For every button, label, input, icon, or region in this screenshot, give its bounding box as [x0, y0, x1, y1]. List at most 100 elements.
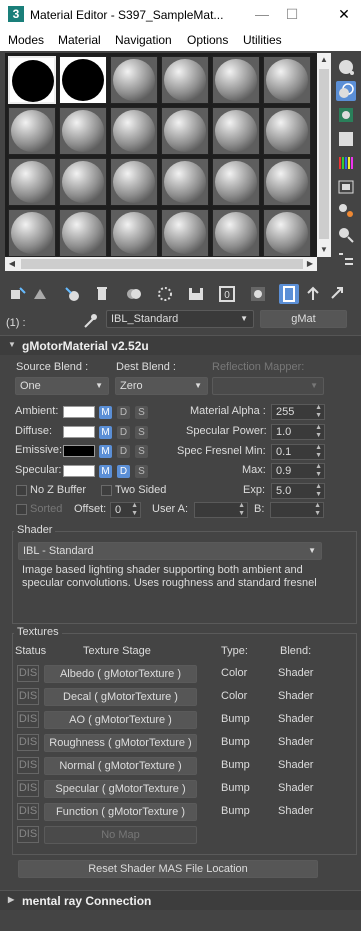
material-map-navigator-icon[interactable]	[336, 249, 356, 269]
sample-slot[interactable]	[161, 209, 209, 257]
sample-slot[interactable]	[8, 158, 56, 206]
material-id-channel-icon[interactable]: 0	[217, 284, 237, 304]
material-name-field[interactable]: IBL_Standard ▼	[106, 310, 254, 328]
sample-slot[interactable]	[110, 107, 158, 155]
source-blend-dropdown[interactable]: One ▼	[15, 377, 109, 395]
sample-slot[interactable]	[110, 209, 158, 257]
two-sided-checkbox[interactable]	[101, 485, 112, 496]
show-end-result-icon[interactable]	[279, 284, 299, 304]
gmotor-rollout-header[interactable]: ▼ gMotorMaterial v2.52u	[0, 335, 361, 355]
backlight-icon[interactable]	[336, 81, 356, 101]
texture-status-toggle[interactable]: DIS	[17, 803, 39, 820]
spinner-arrows-icon[interactable]: ▲ ▼	[314, 502, 321, 518]
sample-slot[interactable]	[8, 107, 56, 155]
texture-status-toggle[interactable]: DIS	[17, 826, 39, 843]
mds-toggle-button[interactable]: D	[117, 406, 130, 419]
spinner-arrows-icon[interactable]: ▲ ▼	[315, 483, 322, 499]
close-button[interactable]: ✕	[330, 4, 358, 24]
spinner-arrows-icon[interactable]: ▲ ▼	[238, 502, 245, 518]
spinner-arrows-icon[interactable]: ▲ ▼	[315, 463, 322, 479]
reflection-mapper-dropdown[interactable]: ▼	[212, 377, 324, 395]
sample-slot[interactable]	[59, 107, 107, 155]
mds-toggle-button[interactable]: S	[135, 425, 148, 439]
mds-toggle-button[interactable]: D	[117, 425, 130, 439]
sample-slot[interactable]	[263, 107, 311, 155]
texture-stage-button[interactable]: Decal ( gMotorTexture )	[44, 688, 197, 706]
sorted-checkbox[interactable]	[16, 504, 27, 515]
vertical-scrollbar[interactable]: ▲ ▼	[317, 53, 331, 257]
texture-stage-button[interactable]: Specular ( gMotorTexture )	[44, 780, 197, 798]
user-b-spinner[interactable]: ▲ ▼	[270, 502, 324, 518]
sample-slot[interactable]	[8, 209, 56, 257]
mds-toggle-button[interactable]: S	[135, 445, 148, 458]
no-z-buffer-checkbox[interactable]	[16, 485, 27, 496]
mds-toggle-button[interactable]: D	[117, 464, 130, 478]
make-copy-icon[interactable]	[124, 284, 144, 304]
scroll-down-icon[interactable]: ▼	[317, 243, 331, 257]
mds-toggle-button[interactable]: S	[135, 406, 148, 419]
go-forward-to-sibling-icon[interactable]	[328, 284, 348, 304]
spec-fresnel-min-spinner[interactable]: 0.1 ▲ ▼	[271, 444, 325, 460]
texture-status-toggle[interactable]: DIS	[17, 780, 39, 797]
horizontal-scrollbar[interactable]: ◀ ▶	[5, 257, 317, 271]
sample-slot[interactable]	[110, 56, 158, 104]
sample-slot[interactable]	[263, 158, 311, 206]
texture-stage-button[interactable]: Normal ( gMotorTexture )	[44, 757, 197, 775]
menu-navigation[interactable]: Navigation	[115, 33, 172, 47]
mds-toggle-button[interactable]: M	[99, 425, 112, 439]
scroll-right-icon[interactable]: ▶	[303, 257, 317, 271]
sample-slot[interactable]	[212, 209, 260, 257]
sample-uv-tiling-icon[interactable]	[336, 129, 356, 149]
sample-slot[interactable]	[263, 56, 311, 104]
eyedropper-icon[interactable]	[80, 311, 100, 331]
color-swatch[interactable]	[63, 425, 95, 438]
scroll-left-icon[interactable]: ◀	[5, 257, 19, 271]
mds-toggle-button[interactable]: M	[99, 445, 112, 458]
texture-stage-button[interactable]: Albedo ( gMotorTexture )	[44, 665, 197, 683]
sample-type-icon[interactable]	[336, 57, 356, 77]
reset-shader-mas-button[interactable]: Reset Shader MAS File Location	[18, 860, 318, 878]
get-material-icon[interactable]	[8, 284, 28, 304]
shader-dropdown[interactable]: IBL - Standard ▼	[18, 542, 322, 560]
color-swatch[interactable]	[63, 406, 95, 418]
select-by-material-icon[interactable]	[336, 225, 356, 245]
mds-toggle-button[interactable]: M	[99, 464, 112, 478]
offset-spinner[interactable]: 0 ▲ ▼	[110, 502, 141, 518]
color-swatch[interactable]	[63, 464, 95, 477]
maximize-button[interactable]: ☐	[278, 4, 306, 24]
scroll-thumb[interactable]	[319, 69, 329, 239]
sample-slot[interactable]	[161, 107, 209, 155]
sample-slot[interactable]	[212, 158, 260, 206]
color-swatch[interactable]	[63, 445, 95, 457]
reset-map-icon[interactable]	[92, 284, 112, 304]
texture-stage-button[interactable]: AO ( gMotorTexture )	[44, 711, 197, 729]
make-preview-icon[interactable]	[336, 177, 356, 197]
sample-slot[interactable]	[59, 56, 107, 104]
sample-slot[interactable]	[212, 56, 260, 104]
texture-status-toggle[interactable]: DIS	[17, 665, 39, 682]
mds-toggle-button[interactable]: D	[117, 445, 130, 458]
menu-modes[interactable]: Modes	[8, 33, 44, 47]
spinner-arrows-icon[interactable]: ▲ ▼	[315, 444, 322, 460]
mds-toggle-button[interactable]: S	[135, 464, 148, 478]
menu-options[interactable]: Options	[187, 33, 228, 47]
video-color-check-icon[interactable]	[336, 153, 356, 173]
sample-slot[interactable]	[59, 158, 107, 206]
go-to-parent-icon[interactable]	[303, 284, 323, 304]
options-icon[interactable]	[336, 201, 356, 221]
assign-to-selection-icon[interactable]	[62, 284, 82, 304]
sample-slot[interactable]	[161, 56, 209, 104]
texture-stage-button[interactable]: No Map	[44, 826, 197, 844]
texture-status-toggle[interactable]: DIS	[17, 734, 39, 751]
menu-utilities[interactable]: Utilities	[243, 33, 282, 47]
sample-slot[interactable]	[8, 56, 56, 104]
show-shaded-icon[interactable]	[248, 284, 268, 304]
specular-power-spinner[interactable]: 1.0 ▲ ▼	[271, 424, 325, 440]
minimize-button[interactable]: —	[248, 4, 276, 24]
menu-material[interactable]: Material	[58, 33, 101, 47]
material-alpha-spinner[interactable]: 255 ▲ ▼	[271, 404, 325, 420]
texture-stage-button[interactable]: Function ( gMotorTexture )	[44, 803, 197, 821]
sample-slot[interactable]	[59, 209, 107, 257]
mds-toggle-button[interactable]: M	[99, 406, 112, 419]
spinner-arrows-icon[interactable]: ▲ ▼	[315, 424, 322, 440]
